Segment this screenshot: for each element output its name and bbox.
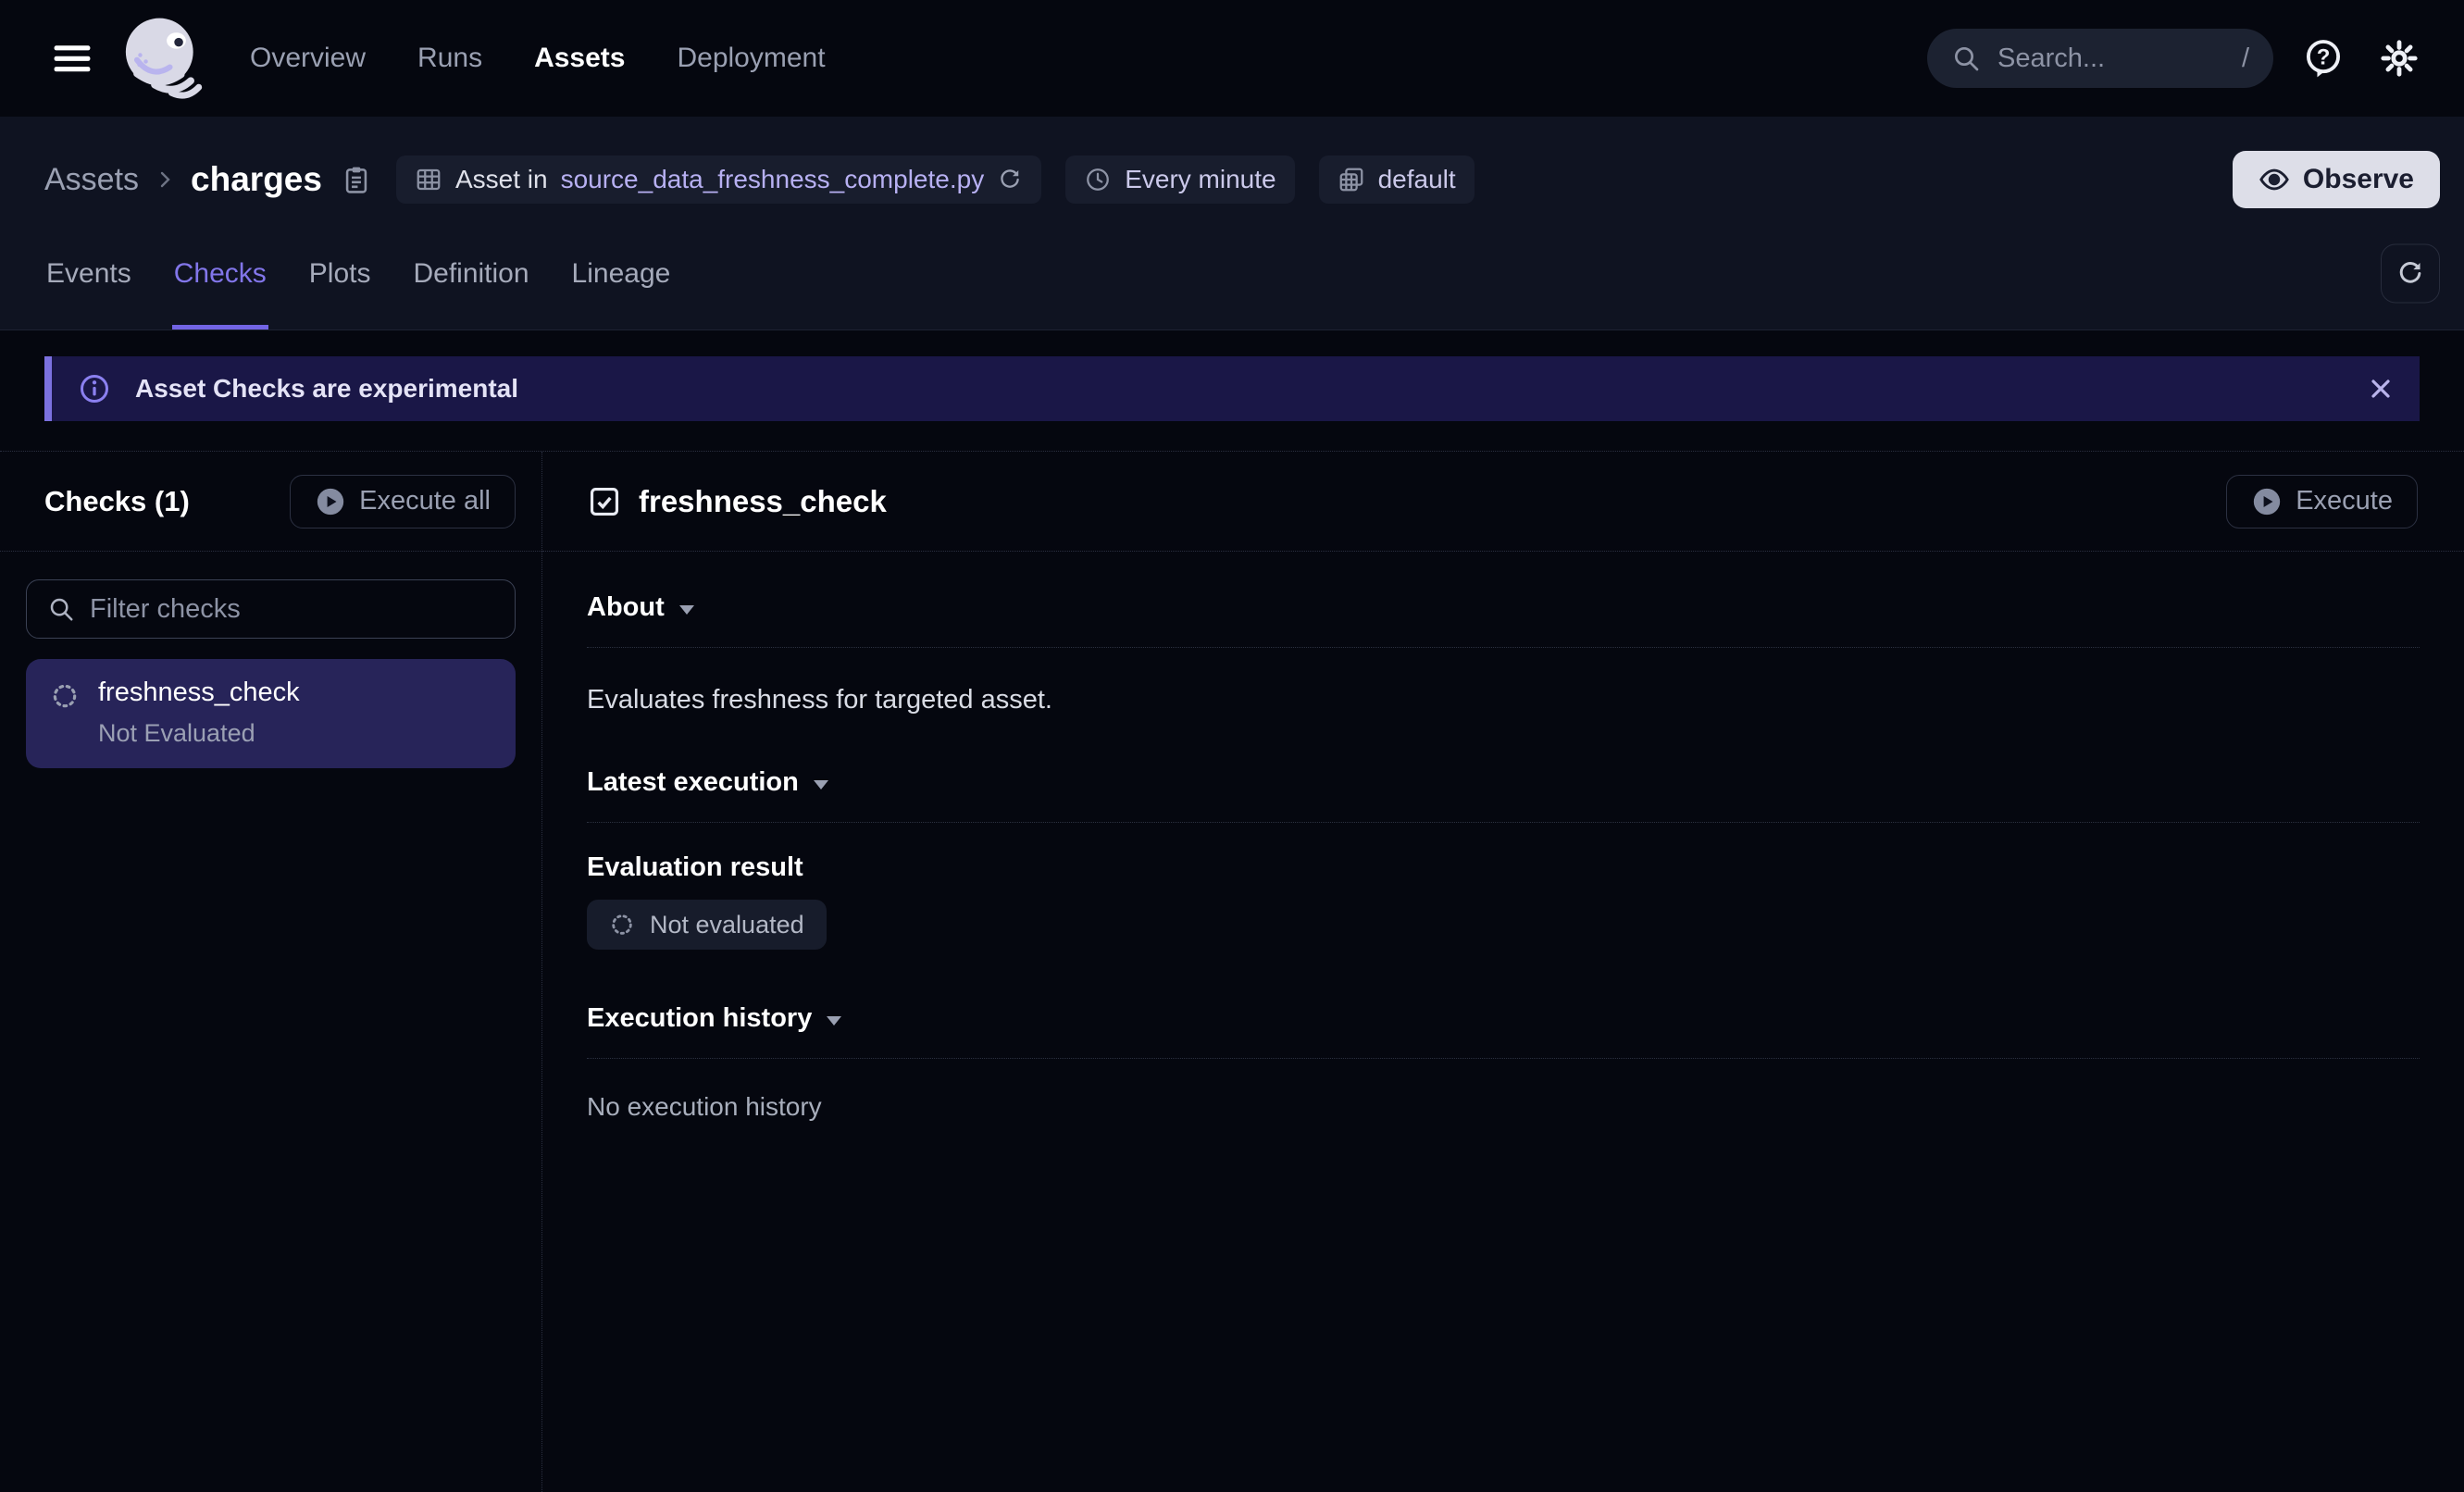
execute-all-label: Execute all: [359, 486, 491, 516]
app-root: Overview Runs Assets Deployment / ?: [0, 0, 2464, 1492]
chevron-down-icon: [814, 780, 828, 790]
experimental-banner: Asset Checks are experimental: [44, 356, 2420, 421]
search-icon: [47, 595, 75, 623]
evaluation-result-label: Evaluation result: [587, 852, 2420, 883]
play-circle-icon: [2251, 486, 2283, 517]
asset-definition-tag[interactable]: Asset in source_data_freshness_complete.…: [396, 155, 1041, 204]
checkbox-icon: [587, 484, 622, 519]
execute-all-button[interactable]: Execute all: [290, 475, 516, 528]
info-icon: [78, 372, 111, 405]
dagster-logo-icon[interactable]: [113, 10, 209, 106]
settings-button[interactable]: [2373, 32, 2425, 84]
check-name: freshness_check: [98, 678, 300, 708]
svg-text:?: ?: [2317, 45, 2331, 70]
checks-list-panel: Checks (1) Execute all: [0, 452, 542, 1492]
tab-checks[interactable]: Checks: [172, 222, 268, 329]
global-search[interactable]: /: [1927, 29, 2273, 88]
observe-button-label: Observe: [2303, 164, 2414, 195]
check-detail-panel: freshness_check Execute About: [542, 452, 2464, 1492]
tab-lineage[interactable]: Lineage: [570, 222, 673, 329]
chevron-down-icon: [827, 1016, 841, 1026]
clock-icon: [1084, 166, 1112, 193]
execution-history-section-header[interactable]: Execution history: [587, 1003, 2420, 1034]
chevron-down-icon: [679, 605, 694, 615]
gear-icon: [2379, 38, 2420, 79]
check-detail-title: freshness_check: [587, 484, 887, 519]
code-location-icon: [1338, 166, 1365, 193]
execution-history-empty-message: No execution history: [587, 1092, 2420, 1122]
checks-count-title: Checks (1): [44, 485, 190, 518]
checks-content: Checks (1) Execute all: [0, 451, 2464, 1492]
check-detail-header: freshness_check Execute: [542, 452, 2464, 552]
about-heading: About: [587, 592, 665, 623]
check-list-item[interactable]: freshness_check Not Evaluated: [26, 659, 516, 768]
not-evaluated-badge-label: Not evaluated: [650, 911, 804, 939]
execution-history-heading: Execution history: [587, 1003, 812, 1034]
banner-close-button[interactable]: [2366, 374, 2396, 404]
octopus-logo-icon: [113, 10, 209, 106]
definition-file-link[interactable]: source_data_freshness_complete.py: [561, 165, 985, 194]
page-title: charges: [191, 160, 322, 199]
breadcrumb: Assets charges Asset in: [44, 137, 2440, 222]
primary-nav: Overview Runs Assets Deployment: [250, 43, 826, 74]
execute-button[interactable]: Execute: [2226, 475, 2418, 528]
latest-execution-section-header[interactable]: Latest execution: [587, 767, 2420, 798]
hamburger-icon: [54, 44, 91, 73]
nav-link-runs[interactable]: Runs: [417, 43, 482, 74]
checks-panel-header: Checks (1) Execute all: [0, 452, 541, 552]
tag-label: Every minute: [1125, 165, 1276, 194]
check-title-text: freshness_check: [639, 484, 887, 519]
help-button[interactable]: ?: [2297, 32, 2349, 84]
search-icon: [1951, 44, 1981, 73]
refresh-button[interactable]: [2381, 243, 2440, 303]
table-icon: [415, 166, 442, 193]
execute-label: Execute: [2296, 486, 2393, 516]
tab-events[interactable]: Events: [44, 222, 133, 329]
refresh-icon: [2396, 258, 2425, 288]
filter-checks-input[interactable]: [90, 594, 494, 625]
close-icon: [2366, 374, 2396, 404]
tag-prefix: Asset in: [455, 165, 548, 194]
latest-execution-heading: Latest execution: [587, 767, 799, 798]
nav-link-assets[interactable]: Assets: [534, 43, 625, 74]
top-nav: Overview Runs Assets Deployment / ?: [0, 0, 2464, 117]
about-description: Evaluates freshness for targeted asset.: [587, 685, 2420, 715]
banner-text: Asset Checks are experimental: [135, 374, 518, 404]
clipboard-icon: [341, 164, 372, 195]
help-icon: ?: [2302, 37, 2345, 80]
filter-checks-field[interactable]: [26, 579, 516, 639]
divider: [587, 822, 2420, 823]
asset-tabs: Events Checks Plots Definition Lineage: [44, 222, 2440, 329]
nav-link-deployment[interactable]: Deployment: [677, 43, 825, 74]
freshness-schedule-tag[interactable]: Every minute: [1065, 155, 1294, 204]
tag-label: default: [1378, 165, 1456, 194]
chevron-right-icon: [154, 168, 176, 191]
tab-plots[interactable]: Plots: [307, 222, 373, 329]
breadcrumb-assets-link[interactable]: Assets: [44, 162, 139, 198]
search-input[interactable]: [1997, 44, 2225, 74]
tab-definition[interactable]: Definition: [411, 222, 530, 329]
check-detail-body: About Evaluates freshness for targeted a…: [542, 552, 2464, 1122]
divider: [587, 1058, 2420, 1059]
divider: [587, 647, 2420, 648]
reload-definition-icon[interactable]: [997, 167, 1023, 193]
about-section-header[interactable]: About: [587, 592, 2420, 623]
copy-asset-name-button[interactable]: [341, 164, 372, 195]
code-location-tag[interactable]: default: [1319, 155, 1475, 204]
hamburger-menu-icon[interactable]: [52, 42, 93, 75]
not-evaluated-spinner-icon: [50, 681, 80, 748]
observe-button[interactable]: Observe: [2233, 151, 2440, 208]
check-status: Not Evaluated: [98, 719, 300, 748]
play-circle-icon: [315, 486, 346, 517]
not-evaluated-spinner-icon: [609, 912, 635, 938]
nav-link-overview[interactable]: Overview: [250, 43, 366, 74]
search-shortcut-hint: /: [2242, 44, 2249, 74]
not-evaluated-badge: Not evaluated: [587, 900, 827, 950]
asset-header: Assets charges Asset in: [0, 117, 2464, 330]
eye-icon: [2259, 164, 2290, 195]
